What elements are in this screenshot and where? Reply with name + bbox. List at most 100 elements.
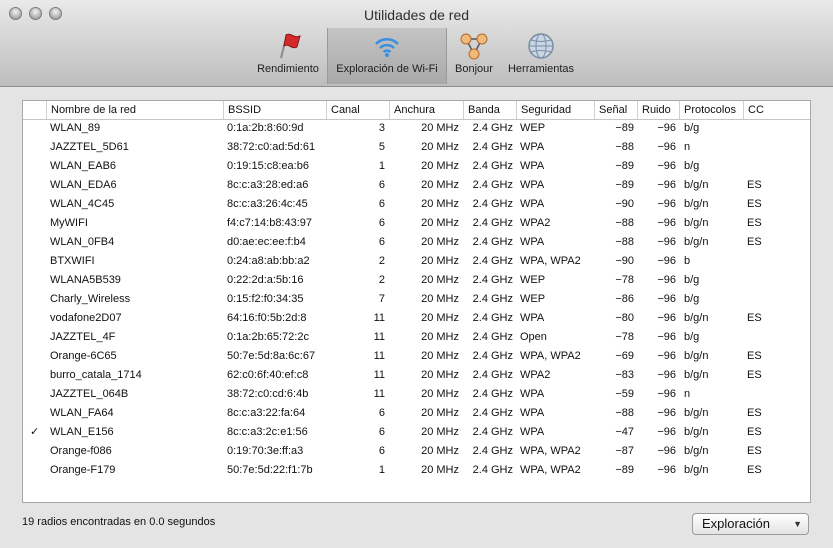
table-row[interactable]: Orange-6C65 50:7e:5d:8a:6c:67 11 20 MHz 2.4 … [23,347,810,366]
cell-width: 20 MHz [421,236,459,248]
cell-band: 2.4 GHz [472,464,513,476]
table-row[interactable]: burro_catala_1714 62:c0:6f:40:ef:c8 11 20 M… [23,366,810,385]
header-security[interactable]: Seguridad [516,101,594,119]
header-name[interactable]: Nombre de la red [46,101,223,119]
cell-width: 20 MHz [421,179,459,191]
cell-channel: 2 [378,274,385,286]
cell-width: 20 MHz [421,388,459,400]
checkmark-icon [30,233,44,252]
table-row[interactable]: Orange-f086 0:19:70:3e:ff:a3 6 20 MHz 2.4 GH… [23,442,810,461]
cell-signal: −89 [615,122,634,134]
cell-signal: −88 [615,141,634,153]
cell-bssid: 8c:c:a3:22:fa:64 [227,407,306,419]
cell-protocols: b/g [684,274,700,286]
checkmark-icon [30,290,44,309]
table-row[interactable]: JAZZTEL_4F 0:1a:2b:65:72:2c 11 20 MHz 2.4 GH… [23,328,810,347]
cell-name: WLAN_EAB6 [50,160,117,172]
cell-band: 2.4 GHz [472,198,513,210]
cell-width: 20 MHz [421,217,459,229]
cell-bssid: 8c:c:a3:28:ed:a6 [227,179,309,191]
cell-security: WPA, WPA2 [520,464,581,476]
table-row[interactable]: Orange-F179 50:7e:5d:22:f1:7b 1 20 MHz 2.4 G… [23,461,810,480]
cell-width: 20 MHz [421,312,459,324]
cell-cc [747,157,787,176]
cell-signal: −78 [615,331,634,343]
cell-security: WPA, WPA2 [520,350,581,362]
cell-band: 2.4 GHz [472,293,513,305]
cell-security: WPA [520,236,545,248]
table-row[interactable]: JAZZTEL_064B 38:72:c0:cd:6:4b 11 20 MHz 2.4 … [23,385,810,404]
cell-noise: −96 [657,407,676,419]
table-row[interactable]: WLAN_EDA6 8c:c:a3:28:ed:a6 6 20 MHz 2.4 GHz W… [23,176,810,195]
mode-popup-label: Exploración [702,516,770,531]
cell-channel: 11 [373,369,385,381]
header-channel[interactable]: Canal [326,101,389,119]
table-row[interactable]: WLAN_89 0:1a:2b:8:60:9d 3 20 MHz 2.4 GHz WEP −… [23,119,810,138]
mode-popup-button[interactable]: Exploración ▼ [692,513,809,535]
toolbar-tab-wifi-scan[interactable]: Exploración de Wi-Fi [327,28,447,84]
cell-channel: 1 [378,160,385,172]
cell-security: WEP [520,274,546,286]
table-row[interactable]: ✓ WLAN_E156 8c:c:a3:2c:e1:56 6 20 MHz 2.4 GHz… [23,423,810,442]
cell-channel: 11 [373,312,385,324]
cell-protocols: b/g/n [684,464,709,476]
cell-signal: −69 [615,350,634,362]
cell-bssid: 50:7e:5d:22:f1:7b [227,464,313,476]
cell-name: JAZZTEL_064B [50,388,129,400]
cell-band: 2.4 GHz [472,217,513,229]
table-row[interactable]: WLAN_FA64 8c:c:a3:22:fa:64 6 20 MHz 2.4 GHz W… [23,404,810,423]
table-row[interactable]: BTXWIFI 0:24:a8:ab:bb:a2 2 20 MHz 2.4 GHz WPA… [23,252,810,271]
toolbar-tab-herramientas[interactable]: Herramientas [501,28,581,84]
toolbar-label-herramientas: Herramientas [507,63,575,75]
header-noise[interactable]: Ruido [637,101,679,119]
table-row[interactable]: MyWIFI f4:c7:14:b8:43:97 6 20 MHz 2.4 GHz WPA… [23,214,810,233]
header-width[interactable]: Anchura [389,101,463,119]
cell-width: 20 MHz [421,445,459,457]
header-signal[interactable]: Señal [594,101,637,119]
cell-name: WLAN_EDA6 [50,179,117,191]
cell-band: 2.4 GHz [472,141,513,153]
globe-icon [528,33,554,59]
table-row[interactable]: WLAN_4C45 8c:c:a3:26:4c:45 6 20 MHz 2.4 GHz W… [23,195,810,214]
table-row[interactable]: Charly_Wireless 0:15:f2:f0:34:35 7 20 MHz 2.… [23,290,810,309]
cell-band: 2.4 GHz [472,160,513,172]
cell-security: WEP [520,293,546,305]
toolbar-label-wifi-scan: Exploración de Wi-Fi [336,63,438,75]
cell-security: WPA [520,160,545,172]
toolbar-tab-rendimiento[interactable]: Rendimiento [251,28,325,84]
cell-cc: ES [747,179,762,191]
header-band[interactable]: Banda [463,101,516,119]
cell-signal: −47 [615,426,634,438]
table-row[interactable]: JAZZTEL_5D61 38:72:c0:ad:5d:61 5 20 MHz 2.4 … [23,138,810,157]
cell-cc [747,385,787,404]
cell-band: 2.4 GHz [472,426,513,438]
cell-signal: −89 [615,464,634,476]
cell-name: WLANA5B539 [50,274,121,286]
cell-cc: ES [747,217,762,229]
cell-security: WPA2 [520,369,551,381]
cell-channel: 6 [378,198,385,210]
cell-channel: 5 [378,141,385,153]
cell-band: 2.4 GHz [472,274,513,286]
header-protocols[interactable]: Protocolos [679,101,743,119]
table-row[interactable]: vodafone2D07 64:16:f0:5b:2d:8 11 20 MHz 2.4 … [23,309,810,328]
checkmark-icon [30,461,44,480]
cell-signal: −88 [615,217,634,229]
header-cc[interactable]: CC [743,101,810,119]
cell-name: WLAN_E156 [50,426,114,438]
cell-bssid: 8c:c:a3:2c:e1:56 [227,426,308,438]
table-row[interactable]: WLANA5B539 0:22:2d:a:5b:16 2 20 MHz 2.4 GHz W… [23,271,810,290]
cell-channel: 6 [378,426,385,438]
toolbar-tab-bonjour[interactable]: Bonjour [449,28,499,84]
header-bssid[interactable]: BSSID [223,101,326,119]
table-header: Nombre de la red BSSID Canal Anchura Ban… [23,101,810,120]
cell-noise: −96 [657,122,676,134]
table-row[interactable]: WLAN_EAB6 0:19:15:c8:ea:b6 1 20 MHz 2.4 GHz W… [23,157,810,176]
cell-band: 2.4 GHz [472,369,513,381]
cell-signal: −87 [615,445,634,457]
cell-channel: 6 [378,217,385,229]
table-row[interactable]: WLAN_0FB4 d0:ae:ec:ee:f:b4 6 20 MHz 2.4 GHz W… [23,233,810,252]
cell-signal: −89 [615,179,634,191]
checkmark-icon [30,347,44,366]
cell-signal: −90 [615,255,634,267]
